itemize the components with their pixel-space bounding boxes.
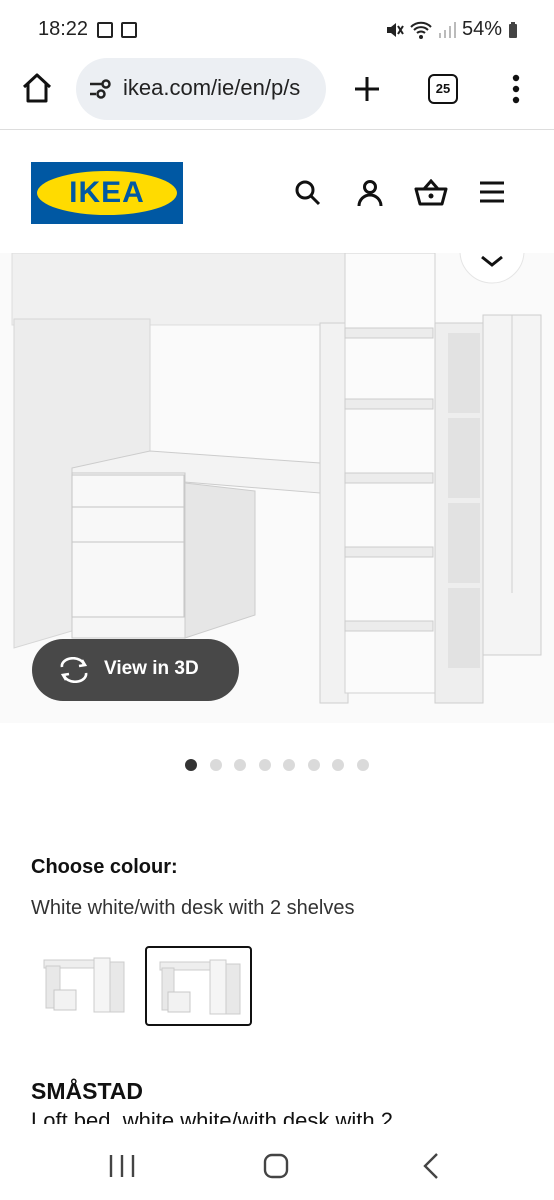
gallery-dot[interactable] <box>234 759 246 771</box>
view-in-3d-label: View in 3D <box>104 658 199 679</box>
gallery-dot[interactable] <box>210 759 222 771</box>
gallery-dot[interactable] <box>308 759 320 771</box>
url-text: ikea.com/ie/en/p/s <box>123 75 301 100</box>
site-header: IKEA <box>0 131 554 253</box>
rotate-3d-icon <box>60 657 88 683</box>
product-name: SMÅSTAD <box>31 1078 144 1104</box>
tab-switcher-button[interactable]: 25 <box>428 74 458 104</box>
variant-thumbnail-image <box>43 957 125 1013</box>
site-settings-icon[interactable] <box>88 78 112 100</box>
home-nav-icon[interactable] <box>263 1153 289 1179</box>
signal-icon <box>438 21 456 38</box>
gallery-pagination <box>0 757 554 775</box>
system-navigation-bar <box>0 1124 554 1200</box>
gallery-dot[interactable] <box>185 759 197 771</box>
status-time: 18:22 <box>38 18 89 40</box>
gallery-notification-icon <box>97 22 113 38</box>
ikea-logo[interactable]: IKEA <box>31 162 183 224</box>
gallery-dot[interactable] <box>259 759 271 771</box>
back-icon[interactable] <box>422 1152 440 1180</box>
view-in-3d-button[interactable]: View in 3D <box>32 639 239 701</box>
menu-icon[interactable] <box>479 181 505 203</box>
browser-toolbar: ikea.com/ie/en/p/s 25 <box>0 58 554 130</box>
recent-apps-icon[interactable] <box>108 1154 136 1178</box>
checkbox-notification-icon <box>121 22 137 38</box>
battery-icon <box>509 21 517 38</box>
wifi-icon <box>410 21 432 39</box>
battery-percent: 54% <box>461 18 502 40</box>
variant-thumbnail[interactable] <box>38 946 140 1022</box>
home-icon[interactable] <box>21 73 53 103</box>
logo-text: IKEA <box>69 176 145 209</box>
new-tab-icon[interactable] <box>353 75 381 103</box>
gallery-dot[interactable] <box>332 759 344 771</box>
status-right: 54% <box>384 18 518 41</box>
account-icon[interactable] <box>356 179 384 207</box>
variant-thumbnail-selected[interactable] <box>145 946 252 1026</box>
address-bar[interactable]: ikea.com/ie/en/p/s <box>76 58 326 120</box>
product-description: Loft bed, white white/with desk with 2 <box>31 1108 393 1124</box>
selected-variant-text: White white/with desk with 2 shelves <box>31 897 355 919</box>
mute-icon <box>386 22 404 37</box>
product-image[interactable]: View in 3D <box>0 253 554 723</box>
gallery-dot[interactable] <box>283 759 295 771</box>
gallery-dot[interactable] <box>357 759 369 771</box>
search-icon[interactable] <box>294 179 322 207</box>
variant-thumbnail-image <box>159 959 241 1015</box>
status-bar: 18:22 54% <box>0 0 554 62</box>
more-options-icon[interactable] <box>511 74 521 104</box>
choose-colour-heading: Choose colour: <box>31 856 178 878</box>
basket-icon[interactable] <box>414 179 448 207</box>
